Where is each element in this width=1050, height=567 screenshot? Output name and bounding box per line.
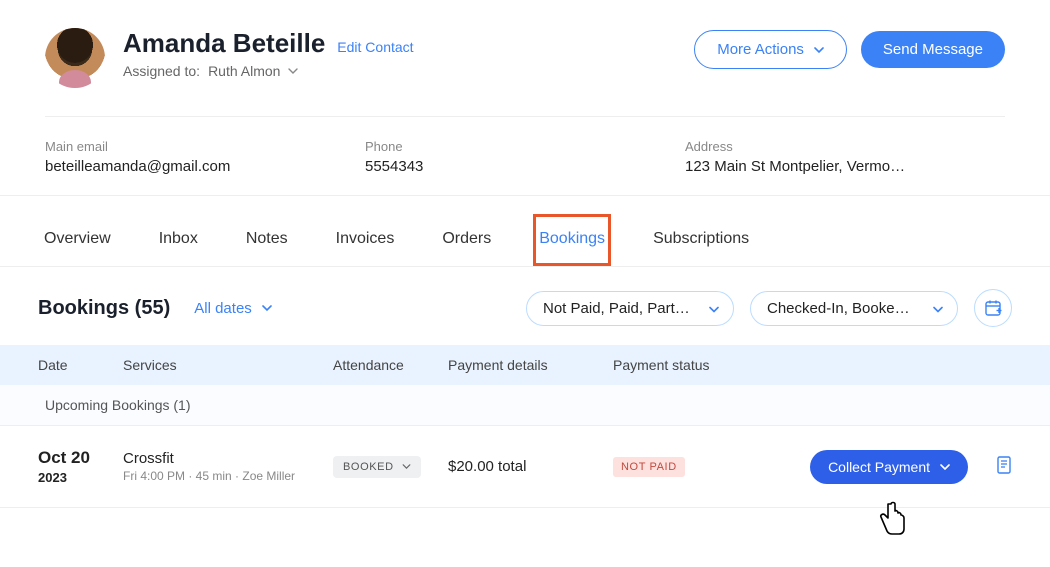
status-filter-label: Checked-In, Booked,…: [767, 300, 922, 317]
chevron-down-icon: [402, 464, 411, 469]
tab-invoices[interactable]: Invoices: [330, 214, 401, 266]
status-filter-dropdown[interactable]: Checked-In, Booked,…: [750, 291, 958, 326]
tab-inbox[interactable]: Inbox: [153, 214, 204, 266]
date-filter-label: All dates: [194, 300, 252, 317]
tab-notes[interactable]: Notes: [240, 214, 294, 266]
attendance-label: BOOKED: [343, 461, 394, 473]
table-row: Oct 20 2023 Crossfit Fri 4:00 PM · 45 mi…: [0, 426, 1050, 508]
service-name: Crossfit: [123, 450, 333, 467]
chevron-down-icon: [814, 47, 824, 53]
upcoming-section: Upcoming Bookings (1): [0, 385, 1050, 426]
booking-year: 2023: [38, 470, 123, 485]
assigned-prefix: Assigned to:: [123, 63, 200, 79]
send-message-button[interactable]: Send Message: [861, 31, 1005, 68]
edit-contact-link[interactable]: Edit Contact: [337, 39, 413, 55]
col-payment-details: Payment details: [448, 357, 613, 373]
col-date: Date: [38, 357, 123, 373]
chevron-down-icon[interactable]: [288, 68, 298, 74]
tab-subscriptions[interactable]: Subscriptions: [647, 214, 755, 266]
chevron-down-icon: [262, 305, 272, 311]
service-meta: Fri 4:00 PM · 45 min · Zoe Miller: [123, 469, 333, 483]
send-message-label: Send Message: [883, 41, 983, 58]
bookings-title: Bookings (55): [38, 297, 170, 320]
status-badge: NOT PAID: [613, 457, 685, 477]
email-value: beteilleamanda@gmail.com: [45, 158, 365, 175]
calendar-plus-icon: [984, 299, 1002, 317]
calendar-add-button[interactable]: [974, 289, 1012, 327]
payment-filter-label: Not Paid, Paid, Partia…: [543, 300, 701, 317]
chevron-down-icon: [940, 464, 950, 470]
col-payment-status: Payment status: [613, 357, 1012, 373]
phone-label: Phone: [365, 139, 685, 154]
payment-amount: $20.00 total: [448, 458, 526, 475]
tab-overview[interactable]: Overview: [38, 214, 117, 266]
email-label: Main email: [45, 139, 365, 154]
chevron-down-icon: [709, 300, 719, 317]
tab-bookings[interactable]: Bookings: [533, 214, 611, 266]
col-services: Services: [123, 357, 333, 373]
assigned-name[interactable]: Ruth Almon: [208, 63, 280, 79]
more-actions-button[interactable]: More Actions: [694, 30, 847, 69]
payment-filter-dropdown[interactable]: Not Paid, Paid, Partia…: [526, 291, 734, 326]
collect-payment-label: Collect Payment: [828, 459, 930, 475]
phone-value: 5554343: [365, 158, 685, 175]
more-actions-label: More Actions: [717, 41, 804, 58]
col-attendance: Attendance: [333, 357, 448, 373]
avatar: [45, 28, 105, 88]
date-filter[interactable]: All dates: [194, 300, 272, 317]
attendance-dropdown[interactable]: BOOKED: [333, 456, 421, 478]
booking-date: Oct 20: [38, 448, 123, 468]
chevron-down-icon: [933, 300, 943, 317]
address-label: Address: [685, 139, 1005, 154]
tab-orders[interactable]: Orders: [436, 214, 497, 266]
address-value: 123 Main St Montpelier, Vermo…: [685, 158, 1005, 175]
collect-payment-button[interactable]: Collect Payment: [810, 450, 968, 484]
document-icon[interactable]: [996, 456, 1012, 477]
contact-name: Amanda Beteille: [123, 28, 325, 59]
